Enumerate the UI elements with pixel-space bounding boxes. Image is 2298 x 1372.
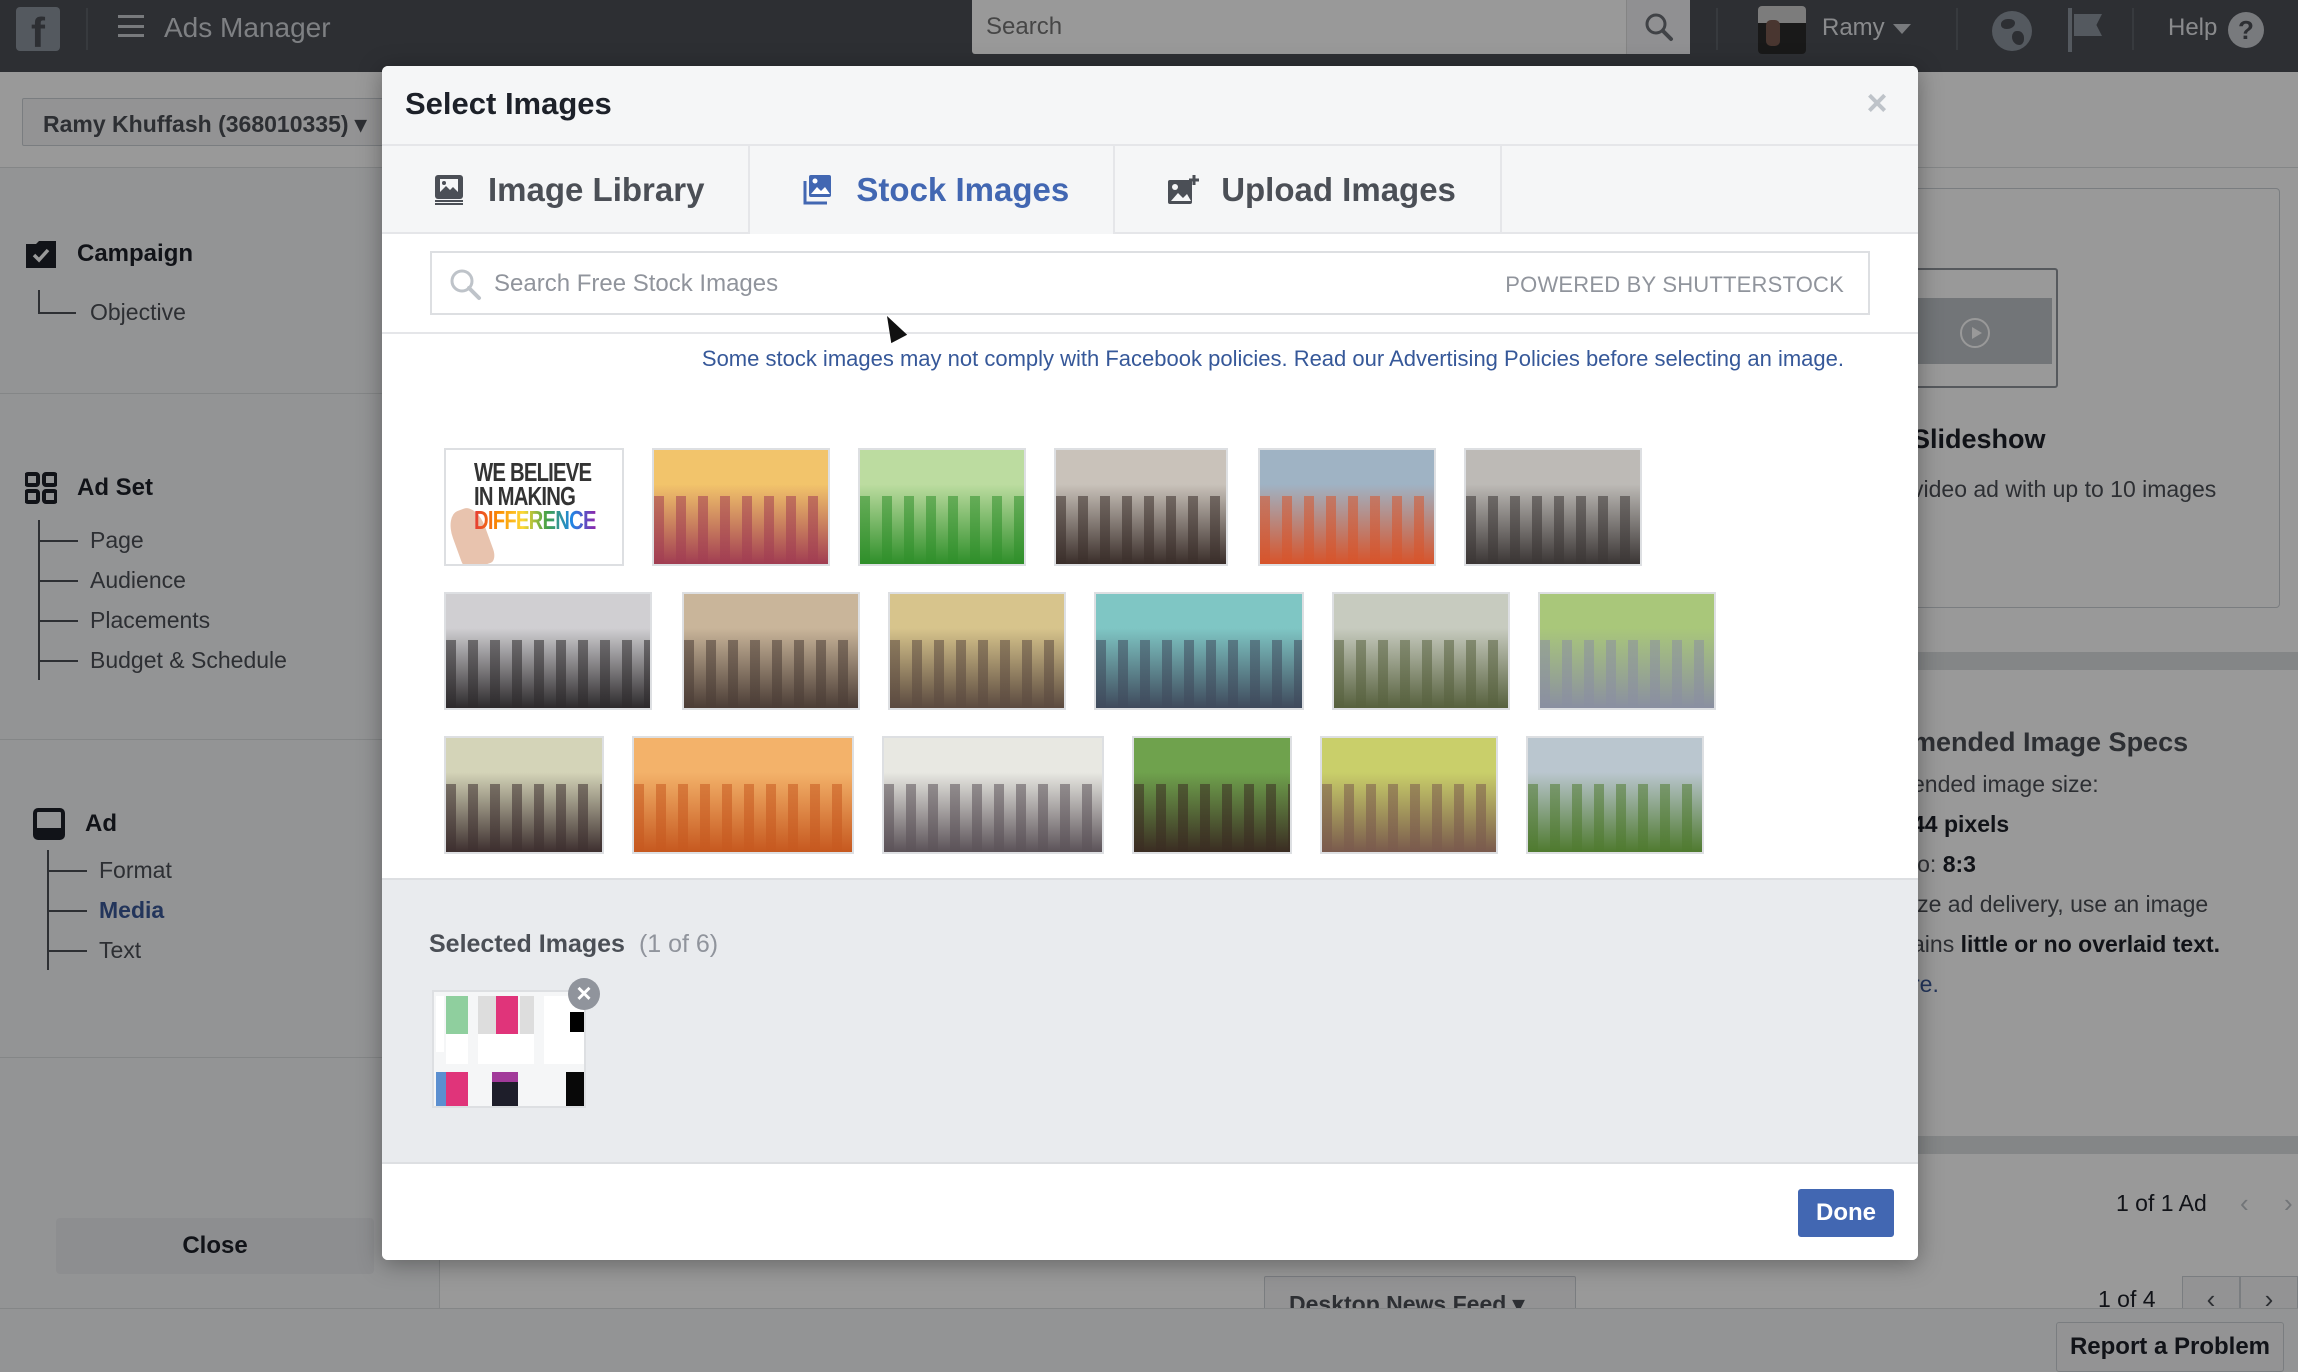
thumbnail-figures [1322,783,1496,852]
selected-images-count: (1 of 6) [638,930,719,958]
thumbnail-figures [446,783,602,852]
stock-image-thumbnail[interactable]: WE BELIEVE IN MAKING DIFFERENCE [444,448,624,566]
stock-image-thumbnail[interactable] [444,736,604,854]
stock-images-icon [802,174,832,206]
policy-notice: Some stock images may not comply with Fa… [701,346,1844,371]
image-source-tabs: Image Library Stock Images Upload Images [382,146,1918,234]
tab-upload-images[interactable]: Upload Images [1115,146,1502,234]
stock-image-thumbnail[interactable] [444,592,652,710]
stock-image-thumbnail[interactable] [858,448,1026,566]
stock-image-thumbnail[interactable] [1132,736,1292,854]
thumbnail-figures [654,495,828,564]
stock-image-thumbnail[interactable] [682,592,860,710]
powered-by-shutterstock: POWERED BY SHUTTERSTOCK [1505,272,1844,297]
upload-image-icon [1167,174,1200,206]
selected-image-content [434,992,584,1106]
stock-search-row: POWERED BY SHUTTERSTOCK [382,234,1918,334]
thumbnail-figures [1466,495,1640,564]
thumbnail-figures [1528,783,1702,852]
tab-label: Stock Images [856,171,1070,208]
dialog-footer: Done [382,1162,1918,1260]
stock-image-thumbnail[interactable] [888,592,1066,710]
thumbnail-figures [884,783,1102,852]
thumbnail-figures [1334,639,1508,708]
thumbnail-figures [1134,783,1290,852]
thumbnail-figures [1540,639,1714,708]
thumbnail-figures [1260,495,1434,564]
thumbnail-figures [860,495,1024,564]
done-button[interactable]: Done [1798,1189,1894,1237]
thumbnail-figures [684,639,858,708]
thumbnail-figures [1056,495,1226,564]
search-icon [450,269,481,300]
stock-image-thumbnail[interactable] [652,448,830,566]
stock-image-thumbnail[interactable] [1258,448,1436,566]
dialog-title: Select Images [405,86,612,121]
remove-selected-image-button[interactable]: × [568,978,600,1010]
thumbnail-figures [446,639,650,708]
stock-image-thumbnail[interactable] [1464,448,1642,566]
selected-images-label: Selected Images [429,930,625,958]
stock-search-input[interactable] [494,265,1394,303]
tab-image-library[interactable]: Image Library [382,146,751,234]
selected-images-title: Selected Images (1 of 6) [429,930,718,959]
stock-search-box: POWERED BY SHUTTERSTOCK [430,251,1870,315]
stock-image-thumbnail[interactable] [1320,736,1498,854]
stock-image-thumbnail[interactable] [1526,736,1704,854]
tab-label: Upload Images [1221,171,1456,208]
select-images-dialog: Select Images × Image Library Stock Imag… [382,66,1918,1260]
tab-stock-images[interactable]: Stock Images [750,146,1116,234]
tab-label: Image Library [488,171,705,208]
image-library-icon [434,174,464,206]
stock-image-thumbnail[interactable] [882,736,1104,854]
thumbnail-text: WE BELIEVE IN MAKING DIFFERENCE [474,457,597,535]
thumbnail-figures [890,639,1064,708]
selected-image-thumbnail[interactable] [432,990,586,1108]
thumbnail-figures [634,783,852,852]
stock-image-thumbnail[interactable] [1332,592,1510,710]
thumbnail-figures [1096,639,1302,708]
dialog-header: Select Images × [382,66,1918,146]
stock-image-thumbnail[interactable] [1094,592,1304,710]
stock-image-grid: WE BELIEVE IN MAKING DIFFERENCE [382,386,1918,878]
stock-image-thumbnail[interactable] [1054,448,1228,566]
stock-image-thumbnail[interactable] [632,736,854,854]
close-icon[interactable]: × [1862,85,1892,121]
stock-image-thumbnail[interactable] [1538,592,1716,710]
